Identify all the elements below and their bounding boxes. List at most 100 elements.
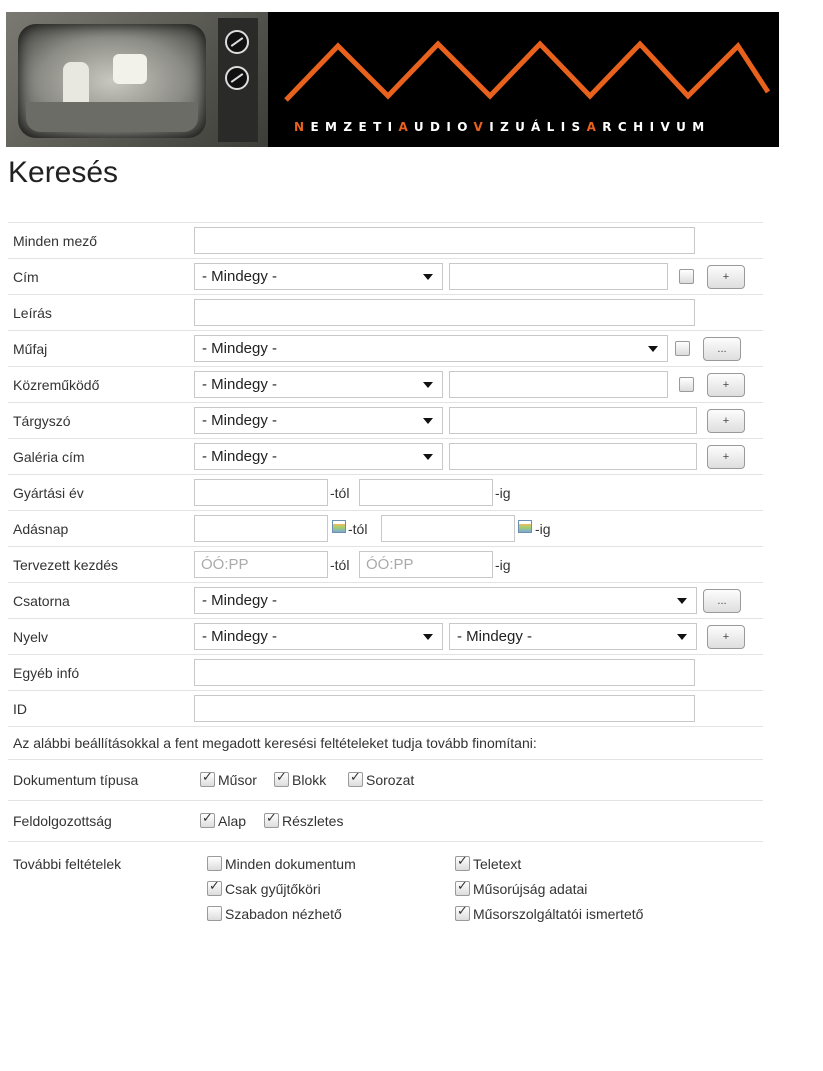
doc-type-option[interactable]: Sorozat <box>348 770 414 788</box>
id-input[interactable] <box>194 695 695 722</box>
more-condition-option[interactable]: Teletext <box>455 854 521 872</box>
row-id: ID <box>8 690 763 726</box>
title-input[interactable] <box>449 263 668 290</box>
broadcast-day-to-input[interactable] <box>381 515 515 542</box>
select-value: - Mindegy - <box>202 448 278 465</box>
row-document-type: Dokumentum típusa Műsor Blokk Sorozat <box>8 759 763 800</box>
checkbox-checked[interactable] <box>264 811 279 828</box>
row-all-fields: Minden mező <box>8 222 763 258</box>
from-suffix: -tól <box>330 485 350 501</box>
channel-more-button[interactable]: ... <box>703 589 741 613</box>
select-value: - Mindegy - <box>202 376 278 393</box>
description-input[interactable] <box>194 299 695 326</box>
language-select-1[interactable]: - Mindegy - <box>194 623 443 650</box>
row-language: Nyelv - Mindegy - - Mindegy - + <box>8 618 763 654</box>
calendar-icon[interactable] <box>518 520 532 533</box>
field-label: Műfaj <box>13 341 48 357</box>
production-year-to-input[interactable] <box>359 479 493 506</box>
planned-start-from-input[interactable]: ÓÓ:PP <box>194 551 328 578</box>
more-condition-option[interactable]: Minden dokumentum <box>207 856 356 872</box>
checkbox-checked[interactable] <box>455 854 470 871</box>
channel-select[interactable]: - Mindegy - <box>194 587 697 614</box>
more-condition-option[interactable]: Műsorszolgáltatói ismertető <box>455 904 643 922</box>
row-channel: Csatorna - Mindegy - ... <box>8 582 763 618</box>
gallery-title-add-button[interactable]: + <box>707 445 745 469</box>
planned-start-to-input[interactable]: ÓÓ:PP <box>359 551 493 578</box>
gallery-title-mode-select[interactable]: - Mindegy - <box>194 443 443 470</box>
checkbox-checked[interactable] <box>455 879 470 896</box>
broadcast-day-from-input[interactable] <box>194 515 328 542</box>
to-suffix: -ig <box>535 521 551 537</box>
processing-option[interactable]: Részletes <box>264 811 343 829</box>
subject-input[interactable] <box>449 407 697 434</box>
search-form: Minden mező Cím - Mindegy - + Leírás Műf… <box>8 222 763 931</box>
refine-note: Az alábbi beállításokkal a fent megadott… <box>8 726 763 759</box>
more-condition-option[interactable]: Műsorújság adatai <box>455 879 587 897</box>
row-gallery-title: Galéria cím - Mindegy - + <box>8 438 763 474</box>
title-mode-select[interactable]: - Mindegy - <box>194 263 443 290</box>
checkbox-unchecked[interactable] <box>207 856 222 871</box>
language-add-button[interactable]: + <box>707 625 745 649</box>
row-subject: Tárgyszó - Mindegy - + <box>8 402 763 438</box>
title-exact-checkbox[interactable] <box>679 269 694 284</box>
field-label: Cím <box>13 269 39 285</box>
checkbox-checked[interactable] <box>200 770 215 787</box>
checkbox-checked[interactable] <box>455 904 470 921</box>
tv-knobs <box>218 18 258 142</box>
production-year-from-input[interactable] <box>194 479 328 506</box>
gallery-title-input[interactable] <box>449 443 697 470</box>
title-add-button[interactable]: + <box>707 265 745 289</box>
row-genre: Műfaj - Mindegy - ... <box>8 330 763 366</box>
row-description: Leírás <box>8 294 763 330</box>
doc-type-option[interactable]: Műsor <box>200 770 257 788</box>
field-label: Adásnap <box>13 521 69 537</box>
language-select-2[interactable]: - Mindegy - <box>449 623 697 650</box>
tv-screen <box>18 24 206 138</box>
checkbox-checked[interactable] <box>200 811 215 828</box>
checkbox-checked[interactable] <box>274 770 289 787</box>
site-banner: NEMZETIAUDIOVIZUÁLISARCHIVUM <box>6 12 779 147</box>
more-condition-option[interactable]: Szabadon nézhető <box>207 906 342 922</box>
other-info-input[interactable] <box>194 659 695 686</box>
contributor-input[interactable] <box>449 371 668 398</box>
row-more-conditions: További feltételek Minden dokumentum Csa… <box>8 841 763 931</box>
field-label: Minden mező <box>13 233 98 249</box>
checkbox-unchecked[interactable] <box>207 906 222 921</box>
genre-more-button[interactable]: ... <box>703 337 741 361</box>
processing-option[interactable]: Alap <box>200 811 246 829</box>
dropdown-arrow-icon <box>677 634 687 640</box>
select-value: - Mindegy - <box>202 412 278 429</box>
row-planned-start: Tervezett kezdés ÓÓ:PP -tól ÓÓ:PP -ig <box>8 546 763 582</box>
subject-add-button[interactable]: + <box>707 409 745 433</box>
from-suffix: -tól <box>348 521 368 537</box>
field-label: Tárgyszó <box>13 413 71 429</box>
select-value: - Mindegy - <box>202 268 278 285</box>
field-label: Gyártási év <box>13 485 84 501</box>
field-label: Nyelv <box>13 629 49 645</box>
select-value: - Mindegy - <box>202 592 278 609</box>
row-title: Cím - Mindegy - + <box>8 258 763 294</box>
brand-name: NEMZETIAUDIOVIZUÁLISARCHIVUM <box>294 120 711 134</box>
checkbox-checked[interactable] <box>207 879 222 896</box>
contributor-add-button[interactable]: + <box>707 373 745 397</box>
doc-type-option[interactable]: Blokk <box>274 770 326 788</box>
dropdown-arrow-icon <box>423 634 433 640</box>
contributor-mode-select[interactable]: - Mindegy - <box>194 371 443 398</box>
genre-checkbox[interactable] <box>675 341 690 356</box>
genre-select[interactable]: - Mindegy - <box>194 335 668 362</box>
field-label: Egyéb infó <box>13 665 80 681</box>
subject-mode-select[interactable]: - Mindegy - <box>194 407 443 434</box>
to-suffix: -ig <box>495 557 511 573</box>
field-label: Tervezett kezdés <box>13 557 119 573</box>
more-condition-option[interactable]: Csak gyűjtőköri <box>207 879 321 897</box>
all-fields-input[interactable] <box>194 227 695 254</box>
page-title: Keresés <box>8 156 119 189</box>
row-broadcast-day: Adásnap -tól -ig <box>8 510 763 546</box>
checkbox-checked[interactable] <box>348 770 363 787</box>
field-label: Galéria cím <box>13 449 85 465</box>
calendar-icon[interactable] <box>332 520 346 533</box>
to-suffix: -ig <box>495 485 511 501</box>
contributor-checkbox[interactable] <box>679 377 694 392</box>
field-label: Feldolgozottság <box>13 813 112 829</box>
select-value: - Mindegy - <box>457 628 533 645</box>
